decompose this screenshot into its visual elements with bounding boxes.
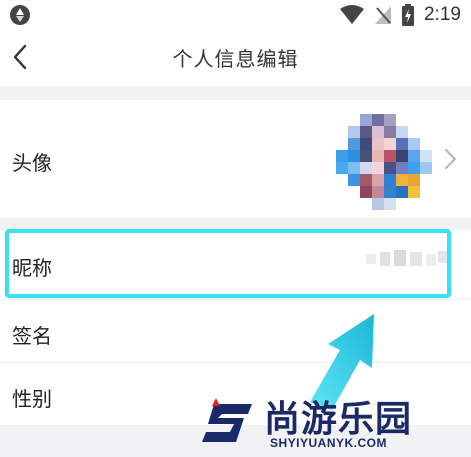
signature-label: 签名 — [12, 324, 52, 348]
page-title: 个人信息编辑 — [172, 47, 299, 71]
section-gap — [0, 86, 471, 100]
status-icons: 2:19 — [340, 2, 461, 28]
status-time: 2:19 — [424, 4, 461, 25]
status-bar: 2:19 — [0, 0, 471, 30]
nickname-highlight-frame — [5, 229, 451, 298]
no-signal-icon — [375, 6, 392, 24]
nav-bar: 个人信息编辑 — [0, 30, 471, 86]
chevron-right-icon — [444, 148, 457, 170]
avatar-label: 头像 — [12, 151, 52, 175]
aperture-icon — [10, 5, 30, 25]
gender-label: 性别 — [12, 387, 52, 411]
wifi-icon — [340, 5, 365, 24]
watermark-url: SHYIYUANYK.COM — [270, 436, 388, 450]
watermark-name: 尚游乐园 — [264, 399, 413, 440]
signature-row[interactable]: 签名 — [0, 300, 471, 362]
avatar[interactable] — [336, 114, 432, 210]
watermark: 尚游乐园 SHYIYUANYK.COM — [190, 390, 471, 457]
watermark-logo-icon — [202, 398, 252, 442]
battery-charging-icon — [402, 4, 415, 26]
